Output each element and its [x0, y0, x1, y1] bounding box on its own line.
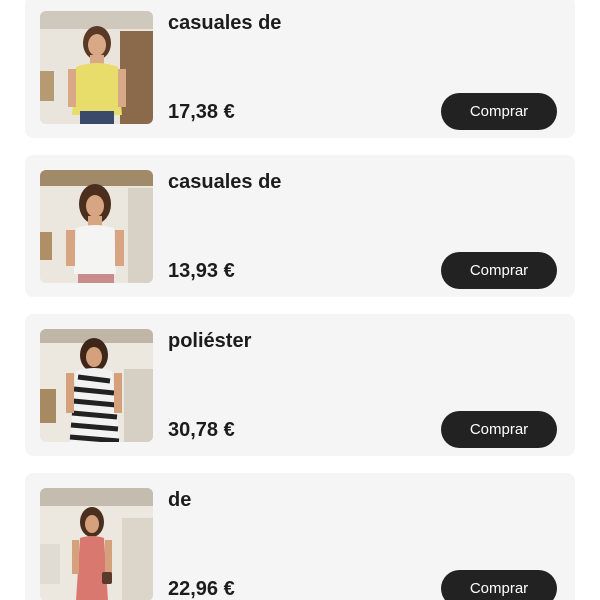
product-image[interactable] — [40, 11, 153, 124]
product-title: poliéster — [168, 330, 252, 352]
buy-button[interactable]: Comprar — [441, 570, 557, 600]
product-card[interactable]: de 22,96 € Comprar — [25, 473, 575, 600]
product-title: de — [168, 489, 192, 511]
product-list: casuales de 17,38 € Comprar casuales de … — [0, 0, 600, 600]
product-title: casuales de — [168, 171, 282, 193]
product-price: 17,38 € — [168, 101, 235, 123]
product-price: 22,96 € — [168, 578, 235, 600]
buy-button[interactable]: Comprar — [441, 93, 557, 130]
product-image[interactable] — [40, 329, 153, 442]
product-card[interactable]: poliéster 30,78 € Comprar — [25, 314, 575, 456]
buy-button[interactable]: Comprar — [441, 252, 557, 289]
product-title: casuales de — [168, 12, 282, 34]
buy-button[interactable]: Comprar — [441, 411, 557, 448]
product-price: 13,93 € — [168, 260, 235, 282]
product-card[interactable]: casuales de 13,93 € Comprar — [25, 155, 575, 297]
product-price: 30,78 € — [168, 419, 235, 441]
product-card[interactable]: casuales de 17,38 € Comprar — [25, 0, 575, 138]
product-image[interactable] — [40, 170, 153, 283]
product-image[interactable] — [40, 488, 153, 600]
